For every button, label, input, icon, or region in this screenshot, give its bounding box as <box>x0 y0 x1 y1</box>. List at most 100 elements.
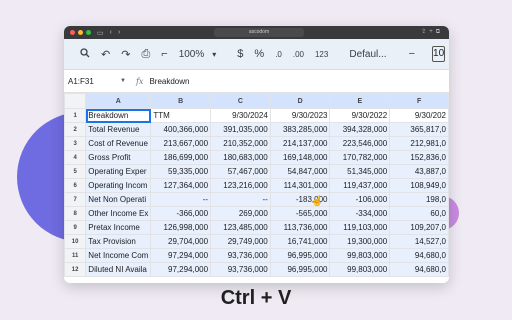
table-cell[interactable]: 9/30/2023 <box>269 108 331 123</box>
table-cell[interactable]: 152,836,0 <box>389 150 449 165</box>
table-cell[interactable]: Other Income Ex <box>85 206 152 221</box>
forward-icon[interactable]: › <box>118 29 120 36</box>
table-cell[interactable]: 97,294,000 <box>150 248 212 263</box>
row-header[interactable]: 7 <box>64 192 87 207</box>
table-cell[interactable]: Operating Exper <box>85 164 152 179</box>
table-cell[interactable]: 383,285,000 <box>269 122 331 137</box>
table-cell[interactable]: TTM <box>150 108 212 123</box>
table-cell[interactable]: Net Non Operati <box>85 192 152 207</box>
column-header[interactable]: E <box>329 93 391 109</box>
table-cell[interactable]: 109,207,0 <box>389 220 449 235</box>
row-header[interactable]: 6 <box>64 178 87 193</box>
table-cell[interactable]: 123,485,000 <box>210 220 271 235</box>
sidebar-toggle-icon[interactable]: ▭ <box>97 29 104 37</box>
row-header[interactable]: 5 <box>64 164 87 179</box>
column-header[interactable]: C <box>210 93 271 109</box>
row-header[interactable]: 12 <box>64 262 87 277</box>
table-cell[interactable]: 180,683,000 <box>210 150 271 165</box>
table-cell[interactable]: 16,741,000 <box>269 234 331 249</box>
table-cell[interactable]: 9/30/2022 <box>329 108 391 123</box>
decrease-font-size-button[interactable]: − <box>409 48 415 60</box>
table-cell[interactable]: Cost of Revenue <box>85 136 152 151</box>
table-cell[interactable]: 29,704,000 <box>150 234 212 249</box>
table-cell[interactable]: -- <box>210 192 271 207</box>
undo-icon[interactable]: ↶ <box>101 48 110 61</box>
search-icon[interactable] <box>80 47 90 61</box>
row-header[interactable]: 4 <box>64 150 87 165</box>
zoom-chevron-down-icon[interactable]: ▾ <box>212 50 216 59</box>
address-bar[interactable]: ascodom <box>214 28 304 37</box>
table-cell[interactable]: 9/30/2024 <box>210 108 271 123</box>
table-cell[interactable]: 210,352,000 <box>210 136 271 151</box>
table-cell[interactable]: 119,103,000 <box>329 220 391 235</box>
table-cell[interactable]: 400,366,000 <box>150 122 212 137</box>
back-icon[interactable]: ‹ <box>110 29 112 36</box>
table-cell[interactable]: 269,000 <box>210 206 271 221</box>
table-cell[interactable]: Gross Profit <box>85 150 152 165</box>
table-cell[interactable]: 223,546,000 <box>329 136 391 151</box>
table-cell[interactable]: 99,803,000 <box>329 248 391 263</box>
table-cell[interactable]: 170,782,000 <box>329 150 391 165</box>
column-header[interactable]: A <box>85 93 152 109</box>
redo-icon[interactable]: ↷ <box>121 48 130 61</box>
table-cell[interactable]: 93,736,000 <box>210 262 271 277</box>
table-cell[interactable]: 54,847,000 <box>269 164 331 179</box>
table-cell[interactable]: 123,216,000 <box>210 178 271 193</box>
table-cell[interactable]: 96,995,000 <box>269 248 331 263</box>
table-cell[interactable]: Total Revenue <box>85 122 152 137</box>
table-cell[interactable]: 43,887,0 <box>389 164 449 179</box>
table-cell[interactable]: 93,736,000 <box>210 248 271 263</box>
row-header[interactable]: 8 <box>64 206 87 221</box>
name-box-chevron-down-icon[interactable]: ▼ <box>120 78 126 84</box>
table-cell[interactable]: -366,000 <box>150 206 212 221</box>
table-cell[interactable]: 51,345,000 <box>329 164 391 179</box>
table-cell[interactable]: 365,817,0 <box>389 122 449 137</box>
table-cell[interactable]: Breakdown <box>85 108 152 123</box>
table-cell[interactable]: 108,949,0 <box>389 178 449 193</box>
row-header[interactable]: 2 <box>64 122 87 137</box>
table-cell[interactable]: -106,000 <box>329 192 391 207</box>
zoom-select[interactable]: 100% <box>179 49 205 60</box>
close-window-button[interactable] <box>70 30 75 35</box>
select-all-corner[interactable] <box>64 93 87 109</box>
name-box[interactable]: A1:F31 <box>64 77 120 86</box>
percent-format-button[interactable]: % <box>254 48 264 60</box>
paint-format-icon[interactable]: ⌐ <box>161 48 167 60</box>
table-cell[interactable]: -565,000 <box>269 206 331 221</box>
table-cell[interactable]: 212,981,0 <box>389 136 449 151</box>
row-header[interactable]: 1 <box>64 108 87 123</box>
table-cell[interactable]: Pretax Income <box>85 220 152 235</box>
print-icon[interactable]: ⎙ <box>141 48 150 61</box>
table-cell[interactable]: 60,0 <box>389 206 449 221</box>
table-cell[interactable]: Tax Provision <box>85 234 152 249</box>
minimize-window-button[interactable] <box>78 30 83 35</box>
increase-decimal-button[interactable]: .00 <box>293 50 304 59</box>
table-cell[interactable]: Diluted NI Availa <box>85 262 152 277</box>
table-cell[interactable]: 213,667,000 <box>150 136 212 151</box>
table-cell[interactable]: 29,749,000 <box>210 234 271 249</box>
decrease-decimal-button[interactable]: .0 <box>275 50 282 59</box>
table-cell[interactable]: 96,995,000 <box>269 262 331 277</box>
table-cell[interactable]: Operating Incom <box>85 178 152 193</box>
table-cell[interactable]: 169,148,000 <box>269 150 331 165</box>
column-header[interactable]: F <box>389 93 449 109</box>
table-cell[interactable]: 59,335,000 <box>150 164 212 179</box>
currency-format-button[interactable]: $ <box>237 48 243 60</box>
table-cell[interactable]: -- <box>150 192 212 207</box>
window-actions-icon[interactable]: ⇪+⧉ <box>421 28 443 36</box>
row-header[interactable]: 9 <box>64 220 87 235</box>
table-cell[interactable]: 198,0 <box>389 192 449 207</box>
row-header[interactable]: 11 <box>64 248 87 263</box>
row-header[interactable]: 10 <box>64 234 87 249</box>
table-cell[interactable]: 57,467,000 <box>210 164 271 179</box>
table-cell[interactable]: Net Income Com <box>85 248 152 263</box>
table-cell[interactable]: 113,736,000 <box>269 220 331 235</box>
number-format-button[interactable]: 123 <box>315 50 328 59</box>
table-cell[interactable]: -334,000 <box>329 206 391 221</box>
row-header[interactable]: 3 <box>64 136 87 151</box>
font-family-select[interactable]: Defaul... <box>349 49 386 60</box>
table-cell[interactable]: 126,998,000 <box>150 220 212 235</box>
table-cell[interactable]: 14,527,0 <box>389 234 449 249</box>
table-cell[interactable]: 99,803,000 <box>329 262 391 277</box>
font-size-input[interactable]: 10 <box>432 46 446 62</box>
